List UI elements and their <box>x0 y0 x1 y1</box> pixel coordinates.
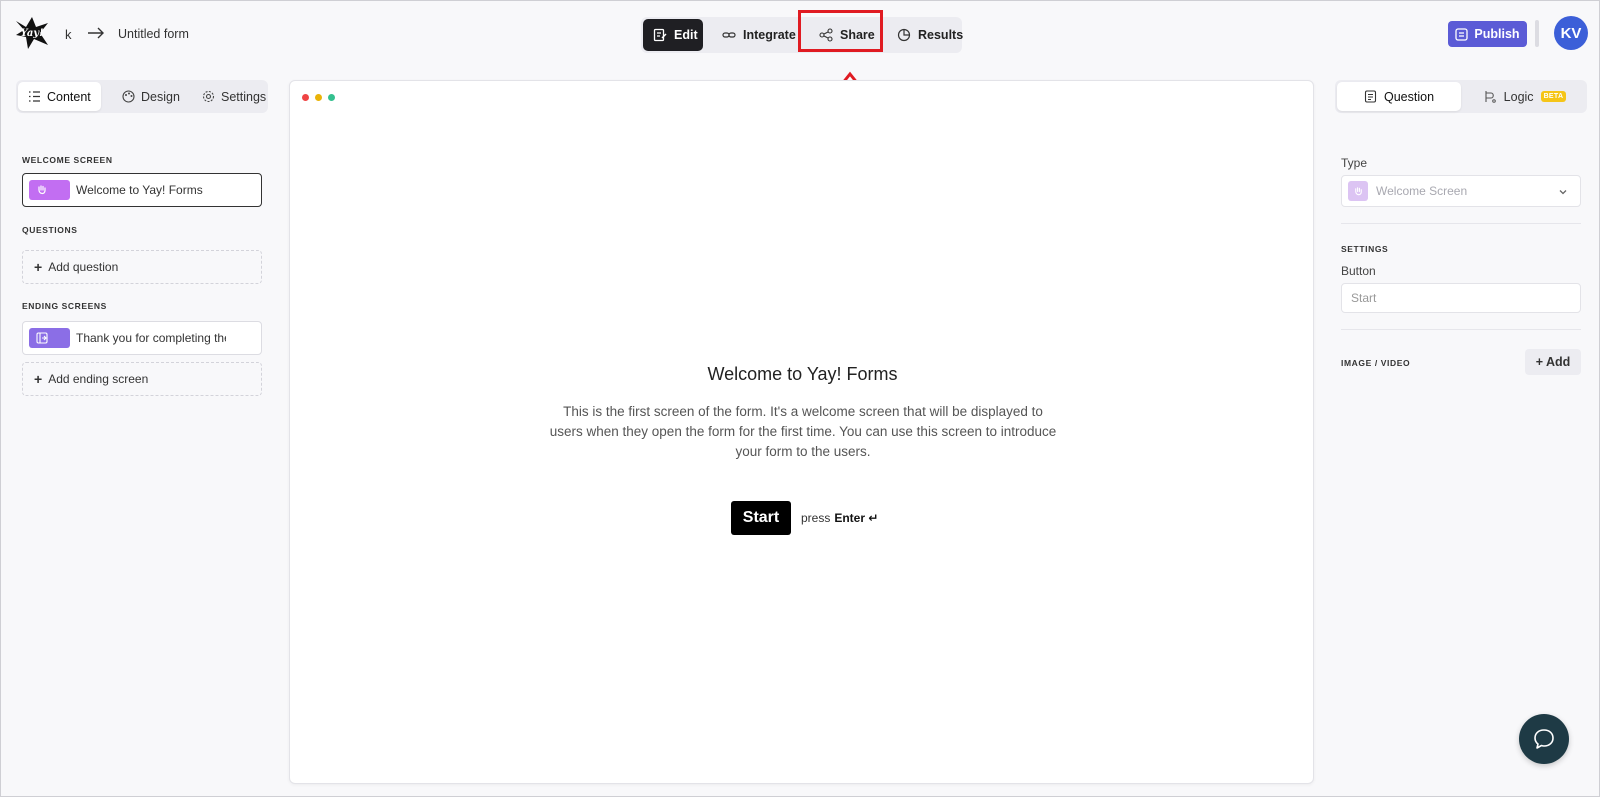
tab-results-label: Results <box>918 28 964 42</box>
tab-logic-label: Logic <box>1503 89 1534 104</box>
link-icon <box>722 28 736 42</box>
right-panel-tabs: Question Logic BETA <box>1335 80 1587 113</box>
hand-wave-icon <box>1353 186 1364 197</box>
publish-label: Publish <box>1474 27 1520 41</box>
question-type-select[interactable]: Welcome Screen <box>1341 175 1581 207</box>
ending-badge <box>29 328 70 348</box>
tab-content[interactable]: Content <box>18 82 101 111</box>
share-icon <box>819 28 833 42</box>
enter-key-label: Enter ↵ <box>834 511 879 525</box>
tab-design-label: Design <box>141 89 180 104</box>
welcome-screen-item-label: Welcome to Yay! Forms <box>76 183 203 197</box>
welcome-screen-item[interactable]: Welcome to Yay! Forms <box>22 173 262 207</box>
user-avatar[interactable]: KV <box>1554 16 1588 50</box>
add-question-label: Add question <box>48 260 119 274</box>
ending-screen-item-label: Thank you for completing the form <box>76 331 226 345</box>
welcome-description[interactable]: This is the first screen of the form. It… <box>547 402 1059 462</box>
plus-icon: + <box>34 259 43 275</box>
start-button[interactable]: Start <box>731 501 791 535</box>
questions-section-label: QUESTIONS <box>22 225 78 235</box>
tab-share-label: Share <box>840 28 875 42</box>
tab-share[interactable]: Share <box>809 19 885 51</box>
window-dot-green <box>328 94 335 101</box>
list-icon <box>28 90 41 103</box>
welcome-badge <box>29 180 70 200</box>
arrow-right-icon <box>87 26 105 40</box>
add-ending-screen-label: Add ending screen <box>48 372 149 386</box>
tab-design[interactable]: Design <box>112 82 188 111</box>
palette-icon <box>122 90 135 103</box>
edit-icon <box>653 28 667 42</box>
breadcrumb-workspace[interactable]: k <box>65 27 72 42</box>
press-enter-hint: press Enter ↵ <box>801 511 878 525</box>
header-divider <box>1535 20 1539 47</box>
button-field-label: Button <box>1341 264 1376 278</box>
welcome-title[interactable]: Welcome to Yay! Forms <box>290 364 1315 385</box>
welcome-screen-section-label: WELCOME SCREEN <box>22 155 113 165</box>
tab-content-label: Content <box>47 89 91 104</box>
add-ending-screen-button[interactable]: + Add ending screen <box>22 362 262 396</box>
tab-results[interactable]: Results <box>887 19 963 51</box>
hand-wave-icon <box>36 184 48 196</box>
exit-icon <box>36 332 48 344</box>
chat-icon <box>1533 728 1555 750</box>
divider <box>1341 329 1581 330</box>
press-label: press <box>801 511 831 525</box>
plus-icon: + <box>34 371 43 387</box>
window-dot-red <box>302 94 309 101</box>
type-badge <box>1348 181 1368 201</box>
question-type-value: Welcome Screen <box>1376 184 1468 198</box>
tab-integrate-label: Integrate <box>743 28 796 42</box>
tab-logic[interactable]: Logic BETA <box>1465 82 1585 111</box>
support-chat-button[interactable] <box>1519 714 1569 764</box>
type-label: Type <box>1341 156 1368 170</box>
svg-text:Yay!: Yay! <box>20 28 43 39</box>
add-question-button[interactable]: + Add question <box>22 250 262 284</box>
publish-icon <box>1455 27 1469 41</box>
tab-question-label: Question <box>1383 89 1435 104</box>
beta-badge: BETA <box>1540 91 1567 102</box>
ending-screen-item[interactable]: Thank you for completing the form <box>22 321 262 355</box>
tab-question[interactable]: Question <box>1337 82 1461 111</box>
settings-section-label: SETTINGS <box>1341 244 1389 254</box>
top-bar: Yay! k Untitled form Edit Integrate Shar… <box>1 1 1600 150</box>
tab-settings[interactable]: Settings <box>192 82 266 111</box>
gear-icon <box>202 90 215 103</box>
add-media-button[interactable]: + Add <box>1525 349 1581 375</box>
tab-edit[interactable]: Edit <box>643 19 703 51</box>
yay-forms-logo-icon[interactable]: Yay! <box>14 15 50 51</box>
tab-integrate[interactable]: Integrate <box>712 19 800 51</box>
breadcrumb-form-name[interactable]: Untitled form <box>118 27 189 41</box>
tab-settings-label: Settings <box>221 89 267 104</box>
left-panel-tabs: Content Design Settings <box>16 80 268 113</box>
ending-screens-section-label: ENDING SCREENS <box>22 301 107 311</box>
chevron-down-icon <box>1558 187 1568 197</box>
window-dot-yellow <box>315 94 322 101</box>
divider <box>1341 223 1581 224</box>
image-video-section-label: IMAGE / VIDEO <box>1341 358 1411 368</box>
button-text-input[interactable] <box>1341 283 1581 313</box>
pie-chart-icon <box>897 28 911 42</box>
form-preview: Welcome to Yay! Forms This is the first … <box>289 80 1314 784</box>
publish-button[interactable]: Publish <box>1448 21 1527 47</box>
tab-edit-label: Edit <box>674 28 698 42</box>
mode-tabs: Edit Integrate Share Results <box>641 17 963 53</box>
logic-icon <box>1484 90 1497 103</box>
document-icon <box>1364 90 1377 103</box>
